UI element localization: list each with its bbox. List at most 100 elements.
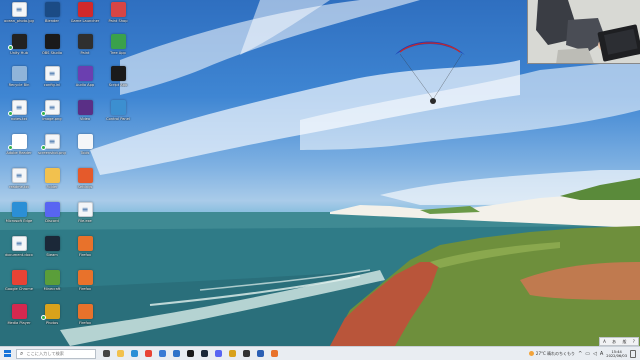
desktop-icon[interactable]: Control Panel	[101, 100, 135, 130]
desktop-icon[interactable]: Firefox	[68, 304, 102, 334]
desktop-icon-label: Minecraft	[43, 287, 61, 291]
desktop-icon[interactable]: Audio App	[68, 66, 102, 96]
sync-status-icon	[8, 45, 13, 50]
sync-status-icon	[8, 145, 13, 150]
desktop-icon[interactable]: Folder	[35, 168, 69, 198]
desktop-icon[interactable]: Minecraft	[35, 270, 69, 300]
desktop-icon-label: Paint	[80, 51, 90, 55]
desktop-icon[interactable]: Photos	[35, 304, 69, 334]
desktop-icon[interactable]: Paint Shop	[101, 2, 135, 32]
taskbar-app-task-view[interactable]	[100, 348, 112, 360]
paint-icon	[77, 34, 93, 49]
taskbar-search-box[interactable]: ⌕	[16, 348, 96, 359]
taskbar-clock[interactable]: 15:44 2022/06/03	[606, 350, 627, 358]
file-icon: ≡	[44, 100, 60, 115]
desktop-icon-label: screenshot.png	[38, 151, 66, 155]
language-bar-item[interactable]: A	[603, 339, 606, 344]
sync-status-icon	[8, 111, 13, 116]
obs-icon	[44, 34, 60, 49]
desktop-icon-label: Discord	[45, 219, 59, 223]
desktop-icon[interactable]: Script App	[101, 66, 135, 96]
desktop-icon[interactable]: Tools	[68, 134, 102, 164]
search-input[interactable]	[26, 349, 87, 358]
taskbar-app-photos[interactable]	[226, 348, 238, 360]
weather-widget[interactable]: 27°C 晴れのちくもり	[528, 351, 575, 357]
language-bar-item[interactable]: 般	[622, 339, 626, 345]
desktop-icon[interactable]: ≡ image.png	[35, 100, 69, 130]
desktop-icon[interactable]: Media Player	[2, 304, 36, 334]
desktop-icon[interactable]: Settings	[68, 168, 102, 198]
desktop-icon[interactable]: Recycle Bin	[2, 66, 36, 96]
language-bar[interactable]: A あ般?	[599, 337, 639, 346]
taskbar-app-discord[interactable]	[212, 348, 224, 360]
desktop-icon-label: Game Launcher	[70, 19, 100, 23]
firefox-icon	[77, 270, 93, 285]
desktop-icon-label: Google Chrome	[5, 287, 33, 291]
start-button[interactable]	[0, 347, 14, 360]
pdf-icon	[11, 134, 27, 149]
taskbar-app-firefox[interactable]	[268, 348, 280, 360]
desktop-icon[interactable]: Discord	[35, 202, 69, 232]
desktop-icon-label: Adobe Reader	[6, 151, 32, 155]
taskbar-app-explorer[interactable]	[114, 348, 126, 360]
language-bar-item[interactable]: ?	[633, 339, 635, 344]
discord-icon	[214, 350, 222, 357]
desktop-icon-label: Audio App	[75, 83, 95, 87]
chrome-icon	[11, 270, 27, 285]
desktop-icon[interactable]: Tree App	[101, 34, 135, 64]
paint-icon	[110, 2, 126, 17]
desktop-icon[interactable]: Blender	[35, 2, 69, 32]
desktop-icon[interactable]: Game Launcher	[68, 2, 102, 32]
desktop-icon-label: image.png	[42, 117, 62, 121]
desktop-icon[interactable]: ≡ document.docx	[2, 236, 36, 266]
taskbar-app-word[interactable]	[254, 348, 266, 360]
explorer-icon	[116, 350, 124, 357]
firefox-icon	[270, 350, 278, 357]
chevron-up-icon[interactable]: ^	[578, 351, 582, 357]
terminal-icon	[242, 350, 250, 357]
language-bar-item[interactable]: あ	[612, 339, 616, 345]
volume-icon[interactable]: ◁	[593, 351, 597, 357]
taskbar-app-mail[interactable]	[170, 348, 182, 360]
desktop-icon[interactable]: ≡ config.ini	[35, 66, 69, 96]
notification-icon[interactable]	[630, 349, 636, 358]
desktop-icon[interactable]: Video	[68, 100, 102, 130]
search-icon: ⌕	[20, 349, 24, 357]
desktop-icon-label: Blender	[45, 19, 59, 23]
desktop-icon[interactable]: Firefox	[68, 236, 102, 266]
taskbar-app-chrome[interactable]	[142, 348, 154, 360]
taskbar-app-edge[interactable]	[128, 348, 140, 360]
webcam-overlay	[527, 0, 640, 64]
desktop-icon[interactable]: ≡ screenshot.png	[35, 134, 69, 164]
desktop-icon-label: Script App	[108, 83, 128, 87]
desktop-icon[interactable]: ≡ ocean_photo.jpg	[2, 2, 36, 32]
desktop-icon[interactable]: ≡ readme.txt	[2, 168, 36, 198]
edge-icon	[11, 202, 27, 217]
desktop-icon-label: ocean_photo.jpg	[4, 19, 34, 23]
desktop-icon-label: Settings	[77, 185, 93, 189]
desktop-icon[interactable]: ≡ notes.txt	[2, 100, 36, 130]
taskbar-app-steam[interactable]	[198, 348, 210, 360]
taskbar-app-obs[interactable]	[184, 348, 196, 360]
desktop-icon[interactable]: Unity Hub	[2, 34, 36, 64]
file-icon: ≡	[44, 66, 60, 81]
network-icon[interactable]: ▭	[585, 351, 590, 357]
ime-indicator[interactable]: A	[600, 351, 603, 357]
windows-logo-icon	[3, 350, 11, 357]
file-icon: ≡	[11, 2, 27, 17]
desktop-icon[interactable]: Paint	[68, 34, 102, 64]
desktop-icon[interactable]: Firefox	[68, 270, 102, 300]
desktop-icon[interactable]: Google Chrome	[2, 270, 36, 300]
taskbar-app-store[interactable]	[156, 348, 168, 360]
desktop-icon[interactable]: OBS Studio	[35, 34, 69, 64]
taskbar-app-terminal[interactable]	[240, 348, 252, 360]
desktop-icon-label: Firefox	[79, 253, 91, 257]
desktop-icon[interactable]: Microsoft Edge	[2, 202, 36, 232]
desktop-icon[interactable]: ≡ File.exe	[68, 202, 102, 232]
desktop-icon[interactable]: Steam	[35, 236, 69, 266]
desktop-icon[interactable]: Adobe Reader	[2, 134, 36, 164]
recycle-bin-icon	[11, 66, 27, 81]
desktop-icon-label: Microsoft Edge	[5, 219, 33, 223]
video-icon	[77, 100, 93, 115]
clock-date: 2022/06/03	[606, 353, 627, 358]
